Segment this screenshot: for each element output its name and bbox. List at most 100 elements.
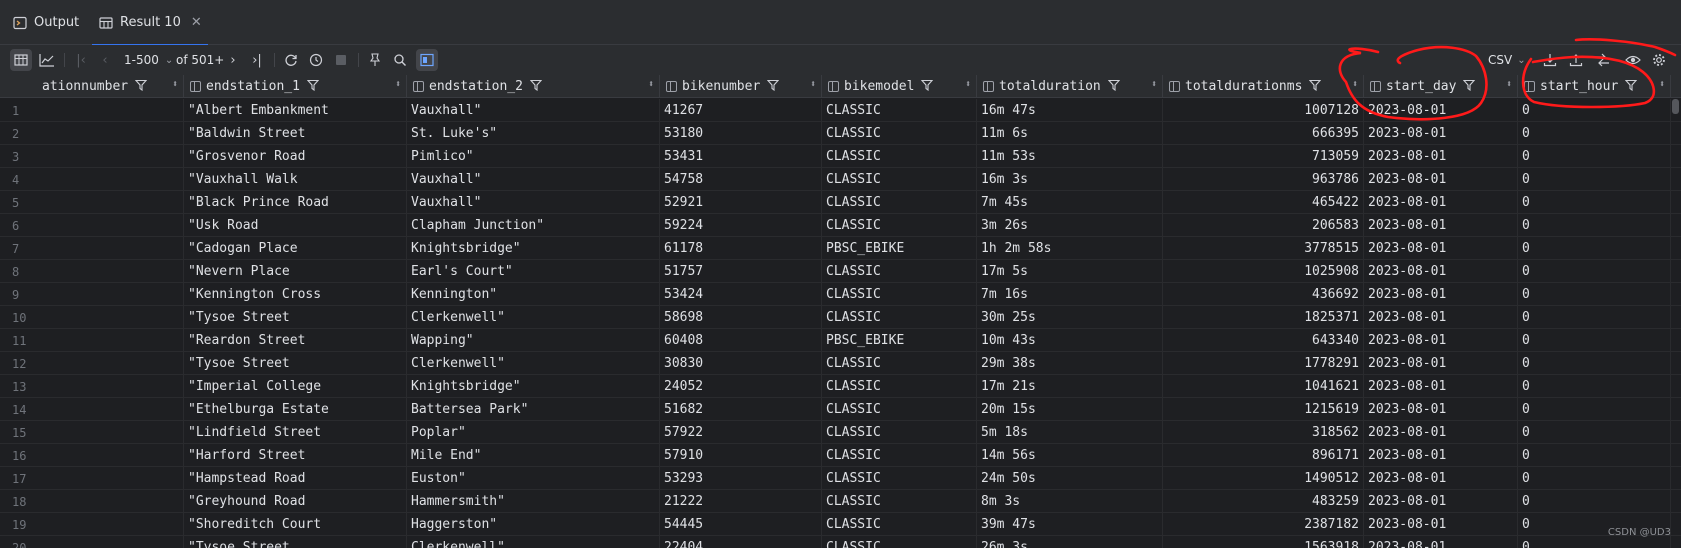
cell-endstation-2[interactable]: Vauxhall" <box>407 99 660 122</box>
cell-ationnumber[interactable] <box>40 398 184 421</box>
cell-ationnumber[interactable] <box>40 260 184 283</box>
sort-icon[interactable]: ⬍ <box>965 79 971 90</box>
table-row[interactable]: 15 "Lindfield Street Poplar" 57922 CLASSIC 5m… <box>0 421 1681 444</box>
table-row[interactable]: 7 "Cadogan Place Knightsbridge" 61178 PBSC_E… <box>0 237 1681 260</box>
cell-start-day[interactable]: 2023-08-01 <box>1364 237 1518 260</box>
cell-endstation-1[interactable]: "Tysoe Street <box>184 536 407 548</box>
cell-bikemodel[interactable]: CLASSIC <box>822 513 977 536</box>
pin-icon[interactable] <box>364 49 386 71</box>
cell-endstation-2[interactable]: Haggerston" <box>407 513 660 536</box>
cell-start-hour[interactable]: 0 <box>1518 306 1671 329</box>
cell-bikemodel[interactable]: CLASSIC <box>822 375 977 398</box>
close-icon[interactable]: ✕ <box>191 15 202 30</box>
cell-bikemodel[interactable]: CLASSIC <box>822 214 977 237</box>
cell-totalduration[interactable]: 16m 3s <box>977 168 1163 191</box>
cell-totaldurationms[interactable]: 713059 <box>1163 145 1364 168</box>
cell-start-day[interactable]: 2023-08-01 <box>1364 352 1518 375</box>
cell-endstation-2[interactable]: Knightsbridge" <box>407 375 660 398</box>
cell-totaldurationms[interactable]: 1025908 <box>1163 260 1364 283</box>
cell-bikemodel[interactable]: CLASSIC <box>822 168 977 191</box>
filter-icon[interactable] <box>767 79 781 95</box>
sort-icon[interactable]: ⬍ <box>1151 79 1157 90</box>
cell-endstation-2[interactable]: Euston" <box>407 467 660 490</box>
cell-start-day[interactable]: 2023-08-01 <box>1364 145 1518 168</box>
cell-endstation-1[interactable]: "Baldwin Street <box>184 122 407 145</box>
cell-endstation-2[interactable]: Clapham Junction" <box>407 214 660 237</box>
table-row[interactable]: 1 "Albert Embankment Vauxhall" 41267 CLASSIC… <box>0 99 1681 122</box>
cell-ationnumber[interactable] <box>40 375 184 398</box>
cell-start-hour[interactable]: 0 <box>1518 99 1671 122</box>
table-row[interactable]: 13 "Imperial College Knightsbridge" 24052 CL… <box>0 375 1681 398</box>
cell-totalduration[interactable]: 1h 2m 58s <box>977 237 1163 260</box>
cell-start-day[interactable]: 2023-08-01 <box>1364 490 1518 513</box>
cell-start-hour[interactable]: 0 <box>1518 375 1671 398</box>
table-view-icon[interactable] <box>10 49 32 71</box>
cell-bikenumber[interactable]: 57922 <box>660 421 822 444</box>
cell-start-day[interactable]: 2023-08-01 <box>1364 375 1518 398</box>
cell-start-hour[interactable]: 0 <box>1518 444 1671 467</box>
cell-totaldurationms[interactable]: 1007128 <box>1163 99 1364 122</box>
first-page-icon[interactable]: |‹ <box>70 49 92 71</box>
cell-endstation-1[interactable]: "Harford Street <box>184 444 407 467</box>
cell-start-day[interactable]: 2023-08-01 <box>1364 122 1518 145</box>
cell-start-hour[interactable]: 0 <box>1518 421 1671 444</box>
column-header-endstation_1[interactable]: endstation_1 ⬍ <box>184 75 407 98</box>
cell-endstation-1[interactable]: "Cadogan Place <box>184 237 407 260</box>
cell-totaldurationms[interactable]: 318562 <box>1163 421 1364 444</box>
cell-endstation-1[interactable]: "Tysoe Street <box>184 352 407 375</box>
cell-totalduration[interactable]: 5m 18s <box>977 421 1163 444</box>
cell-start-hour[interactable]: 0 <box>1518 145 1671 168</box>
cell-ationnumber[interactable] <box>40 421 184 444</box>
cell-bikemodel[interactable]: CLASSIC <box>822 260 977 283</box>
cell-totaldurationms[interactable]: 963786 <box>1163 168 1364 191</box>
cell-totalduration[interactable]: 10m 43s <box>977 329 1163 352</box>
cell-endstation-1[interactable]: "Lindfield Street <box>184 421 407 444</box>
cell-totaldurationms[interactable]: 896171 <box>1163 444 1364 467</box>
cell-endstation-2[interactable]: Wapping" <box>407 329 660 352</box>
cell-bikenumber[interactable]: 24052 <box>660 375 822 398</box>
cell-totaldurationms[interactable]: 465422 <box>1163 191 1364 214</box>
cell-totalduration[interactable]: 11m 6s <box>977 122 1163 145</box>
filter-icon[interactable] <box>1107 79 1122 95</box>
cell-start-hour[interactable]: 0 <box>1518 490 1671 513</box>
cell-start-day[interactable]: 2023-08-01 <box>1364 444 1518 467</box>
cell-start-day[interactable]: 2023-08-01 <box>1364 191 1518 214</box>
cell-bikemodel[interactable]: CLASSIC <box>822 306 977 329</box>
cell-start-day[interactable]: 2023-08-01 <box>1364 467 1518 490</box>
cell-totalduration[interactable]: 16m 47s <box>977 99 1163 122</box>
cell-totalduration[interactable]: 20m 15s <box>977 398 1163 421</box>
cell-totaldurationms[interactable]: 1041621 <box>1163 375 1364 398</box>
table-row[interactable]: 12 "Tysoe Street Clerkenwell" 30830 CLASSIC 2… <box>0 352 1681 375</box>
view-mode-icon[interactable] <box>416 49 438 71</box>
cell-totalduration[interactable]: 29m 38s <box>977 352 1163 375</box>
cell-endstation-1[interactable]: "Black Prince Road <box>184 191 407 214</box>
sort-icon[interactable]: ⬍ <box>172 79 178 90</box>
page-range-selector[interactable]: 1-500 ⌄ <box>124 49 173 71</box>
filter-icon[interactable] <box>921 79 935 95</box>
cell-ationnumber[interactable] <box>40 122 184 145</box>
previous-page-icon[interactable]: ‹ <box>94 49 116 71</box>
cell-bikemodel[interactable]: CLASSIC <box>822 467 977 490</box>
compare-icon[interactable] <box>1591 49 1613 71</box>
cell-bikenumber[interactable]: 53431 <box>660 145 822 168</box>
table-row[interactable]: 18 "Greyhound Road Hammersmith" 21222 CLASSI… <box>0 490 1681 513</box>
cell-endstation-1[interactable]: "Kennington Cross <box>184 283 407 306</box>
download-icon[interactable] <box>1539 49 1561 71</box>
cell-bikenumber[interactable]: 60408 <box>660 329 822 352</box>
cell-ationnumber[interactable] <box>40 536 184 548</box>
tab-result-10[interactable]: Result 10 ✕ <box>92 0 208 46</box>
table-row[interactable]: 14 "Ethelburga Estate Battersea Park" 51682… <box>0 398 1681 421</box>
cell-totalduration[interactable]: 3m 26s <box>977 214 1163 237</box>
table-row[interactable]: 5 "Black Prince Road Vauxhall" 52921 CLASSIC… <box>0 191 1681 214</box>
last-page-icon[interactable]: ›| <box>246 49 268 71</box>
cell-bikenumber[interactable]: 51682 <box>660 398 822 421</box>
cell-endstation-1[interactable]: "Nevern Place <box>184 260 407 283</box>
cell-start-day[interactable]: 2023-08-01 <box>1364 398 1518 421</box>
column-header-bikemodel[interactable]: bikemodel ⬍ <box>822 75 977 98</box>
cell-totaldurationms[interactable]: 483259 <box>1163 490 1364 513</box>
cell-bikemodel[interactable]: CLASSIC <box>822 122 977 145</box>
cell-start-hour[interactable]: 0 <box>1518 168 1671 191</box>
cell-endstation-2[interactable]: Mile End" <box>407 444 660 467</box>
cell-bikenumber[interactable]: 58698 <box>660 306 822 329</box>
cell-bikemodel[interactable]: CLASSIC <box>822 490 977 513</box>
